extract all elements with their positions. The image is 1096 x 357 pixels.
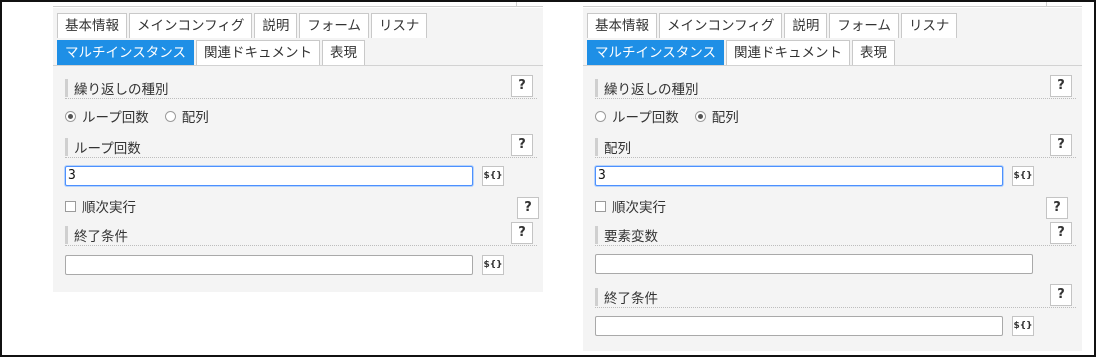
section-title: 要素変数 xyxy=(604,229,658,245)
tab-listener[interactable]: リスナ xyxy=(900,13,958,38)
top-strip-line-right xyxy=(583,6,1082,7)
help-button[interactable]: ? xyxy=(511,222,533,244)
tab-divider xyxy=(583,65,1082,66)
tab-row-secondary: マルチインスタンス 関連ドキュメント 表現 xyxy=(57,40,365,65)
tab-multi-instance[interactable]: マルチインスタンス xyxy=(587,40,724,65)
radio-loop-count[interactable] xyxy=(65,110,76,122)
tab-form[interactable]: フォーム xyxy=(829,13,899,38)
section-title: 繰り返しの種別 xyxy=(604,82,699,98)
repeat-type-radio-group: ループ回数 配列 xyxy=(65,106,221,126)
top-strip-tick-left xyxy=(516,0,517,6)
tab-basic-info[interactable]: 基本情報 xyxy=(587,13,657,38)
radio-array[interactable] xyxy=(694,110,706,122)
variable-insert-button[interactable]: ${} xyxy=(1012,166,1034,186)
section-repeat-type: 繰り返しの種別 ? xyxy=(595,75,1076,99)
section-repeat-type: 繰り返しの種別 ? xyxy=(65,75,537,99)
multi-instance-panel-array: 基本情報 メインコンフィグ 説明 フォーム リスナ マルチインスタンス 関連ドキ… xyxy=(583,8,1082,351)
section-marker xyxy=(595,138,598,156)
variable-insert-button[interactable]: ${} xyxy=(1012,316,1034,336)
element-variable-input[interactable] xyxy=(595,254,1033,274)
loop-count-input[interactable]: 3 xyxy=(65,166,473,186)
help-button[interactable]: ? xyxy=(1050,75,1072,97)
sequential-checkbox[interactable] xyxy=(595,200,606,212)
section-end-condition: 終了条件 ? xyxy=(595,284,1076,308)
section-array: 配列 ? xyxy=(595,134,1076,158)
repeat-type-radio-group: ループ回数 配列 xyxy=(595,106,751,126)
section-marker xyxy=(595,226,598,244)
section-title: 配列 xyxy=(604,141,631,157)
section-marker xyxy=(595,288,598,306)
variable-insert-button[interactable]: ${} xyxy=(482,255,504,275)
section-loop-count: ループ回数 ? xyxy=(65,134,537,158)
tab-listener[interactable]: リスナ xyxy=(370,13,428,38)
tab-row-primary: 基本情報 メインコンフィグ 説明 フォーム リスナ xyxy=(587,13,958,38)
section-title: 終了条件 xyxy=(74,229,128,245)
section-marker xyxy=(65,79,68,97)
help-button[interactable]: ? xyxy=(1050,284,1072,306)
section-title: ループ回数 xyxy=(74,141,141,157)
help-button[interactable]: ? xyxy=(1050,222,1072,244)
section-title: 終了条件 xyxy=(604,291,658,307)
end-condition-input[interactable] xyxy=(595,316,1003,336)
help-button[interactable]: ? xyxy=(511,75,533,97)
radio-loop-count-label[interactable]: ループ回数 xyxy=(82,106,149,126)
radio-array-label[interactable]: 配列 xyxy=(712,106,739,126)
tab-divider xyxy=(53,65,543,66)
radio-array-label[interactable]: 配列 xyxy=(182,106,209,126)
tab-main-config[interactable]: メインコンフィグ xyxy=(659,13,783,38)
multi-instance-panel-loop: 基本情報 メインコンフィグ 説明 フォーム リスナ マルチインスタンス 関連ドキ… xyxy=(53,8,543,292)
tab-multi-instance[interactable]: マルチインスタンス xyxy=(57,40,194,65)
section-element-variable: 要素変数 ? xyxy=(595,222,1076,246)
tab-row-primary: 基本情報 メインコンフィグ 説明 フォーム リスナ xyxy=(57,13,428,38)
tab-row-secondary: マルチインスタンス 関連ドキュメント 表現 xyxy=(587,40,895,65)
help-button[interactable]: ? xyxy=(1046,197,1068,219)
help-button[interactable]: ? xyxy=(1050,134,1072,156)
tab-expression[interactable]: 表現 xyxy=(321,40,365,65)
help-button[interactable]: ? xyxy=(517,197,539,219)
radio-loop-count-label[interactable]: ループ回数 xyxy=(612,106,679,126)
tab-description[interactable]: 説明 xyxy=(254,13,298,38)
tab-related-documents[interactable]: 関連ドキュメント xyxy=(195,40,320,65)
section-marker xyxy=(595,79,598,97)
section-marker xyxy=(65,138,68,156)
tab-form[interactable]: フォーム xyxy=(299,13,369,38)
top-strip-tick-right xyxy=(1046,0,1047,6)
tab-description[interactable]: 説明 xyxy=(784,13,828,38)
tab-basic-info[interactable]: 基本情報 xyxy=(57,13,127,38)
section-end-condition: 終了条件 ? xyxy=(65,222,537,246)
section-marker xyxy=(65,226,68,244)
sequential-label[interactable]: 順次実行 xyxy=(82,196,136,216)
radio-array[interactable] xyxy=(164,110,176,122)
sequential-label[interactable]: 順次実行 xyxy=(612,196,666,216)
sequential-option: 順次実行 xyxy=(595,196,666,216)
tab-related-documents[interactable]: 関連ドキュメント xyxy=(725,40,850,65)
sequential-checkbox[interactable] xyxy=(65,200,76,212)
array-input[interactable]: 3 xyxy=(595,166,1003,186)
help-button[interactable]: ? xyxy=(511,134,533,156)
radio-loop-count[interactable] xyxy=(595,110,606,122)
tab-expression[interactable]: 表現 xyxy=(851,40,895,65)
variable-insert-button[interactable]: ${} xyxy=(482,166,504,186)
tab-main-config[interactable]: メインコンフィグ xyxy=(129,13,253,38)
section-title: 繰り返しの種別 xyxy=(74,82,169,98)
end-condition-input[interactable] xyxy=(65,255,473,275)
top-strip-line-left xyxy=(53,6,543,7)
sequential-option: 順次実行 xyxy=(65,196,136,216)
